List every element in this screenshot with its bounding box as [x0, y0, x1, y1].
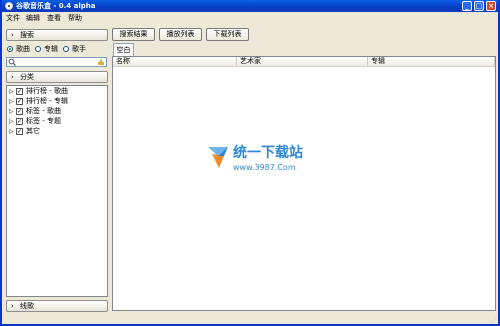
column-header-name[interactable]: 名称: [113, 57, 237, 67]
expand-arrow-icon[interactable]: ▷: [9, 87, 14, 96]
collapse-arrow-icon: ›: [11, 73, 14, 81]
checkbox[interactable]: ✓: [16, 98, 23, 105]
column-header-album[interactable]: 专辑: [368, 57, 495, 67]
search-expander[interactable]: › 搜索: [6, 29, 108, 41]
search-expander-label: 搜索: [20, 31, 34, 39]
tree-item[interactable]: ▷ ✓ 排行榜 - 专辑: [9, 97, 105, 106]
clear-icon[interactable]: [97, 58, 105, 66]
tree-item[interactable]: ▷ ✓ 排行榜 - 歌曲: [9, 87, 105, 96]
expand-arrow-icon[interactable]: ▷: [9, 117, 14, 126]
radio-song-label: 歌曲: [16, 45, 30, 53]
play-list-button[interactable]: 播放列表: [159, 28, 202, 41]
search-results-button[interactable]: 搜索结果: [112, 28, 155, 41]
app-icon: [5, 2, 13, 10]
expand-arrow-icon[interactable]: ▷: [9, 127, 14, 136]
tree-item-label: 排行榜 - 专辑: [26, 97, 68, 105]
tab-blank[interactable]: 空白: [113, 43, 134, 56]
download-list-button[interactable]: 下载列表: [206, 28, 249, 41]
checkbox[interactable]: ✓: [16, 88, 23, 95]
radio-dot-icon: [63, 46, 69, 52]
tree-item-label: 其它: [26, 127, 40, 135]
menu-bar: 文件 编辑 查看 帮助: [2, 12, 498, 23]
resize-grip-icon[interactable]: ⋰: [490, 317, 496, 324]
checkbox[interactable]: ✓: [16, 108, 23, 115]
watermark-url: www.3987.Com: [233, 163, 296, 172]
menu-help[interactable]: 帮助: [68, 14, 82, 22]
tree-item[interactable]: ▷ ✓ 标签 - 歌曲: [9, 107, 105, 116]
tree-item-label: 标签 - 歌曲: [26, 107, 61, 115]
collapse-arrow-icon: ›: [11, 302, 14, 310]
watermark-title: 统一下载站: [233, 145, 303, 161]
column-header-artist[interactable]: 艺术家: [237, 57, 368, 67]
radio-album-label: 专辑: [44, 45, 58, 53]
title-bar[interactable]: 谷歌音乐盒 - 0.4 alpha _ □ ×: [2, 0, 498, 12]
close-button[interactable]: ×: [486, 1, 496, 11]
minimize-button[interactable]: _: [462, 1, 472, 11]
playlist-expander[interactable]: › 线歌: [6, 300, 108, 312]
menu-edit[interactable]: 编辑: [26, 14, 40, 22]
search-input[interactable]: [6, 57, 107, 67]
tree-item-label: 排行榜 - 歌曲: [26, 87, 68, 95]
maximize-button[interactable]: □: [474, 1, 484, 11]
menu-file[interactable]: 文件: [6, 14, 20, 22]
status-bar: ⋰: [2, 314, 498, 324]
category-expander-label: 分类: [20, 73, 34, 81]
main-window: 谷歌音乐盒 - 0.4 alpha _ □ × 文件 编辑 查看 帮助 › 搜索…: [0, 0, 500, 326]
watermark: 统一下载站 www.3987.Com: [206, 142, 306, 182]
radio-dot-icon: [35, 46, 41, 52]
category-tree[interactable]: ▷ ✓ 排行榜 - 歌曲 ▷ ✓ 排行榜 - 专辑 ▷ ✓ 标签 - 歌曲 ▷ …: [6, 85, 108, 297]
playlist-expander-label: 线歌: [20, 302, 34, 310]
checkbox[interactable]: ✓: [16, 118, 23, 125]
menu-view[interactable]: 查看: [47, 14, 61, 22]
expand-arrow-icon[interactable]: ▷: [9, 107, 14, 116]
tree-item[interactable]: ▷ ✓ 其它: [9, 127, 105, 136]
window-title: 谷歌音乐盒 - 0.4 alpha: [16, 2, 96, 10]
category-expander[interactable]: › 分类: [6, 71, 108, 83]
radio-dot-icon: [7, 46, 13, 52]
tree-item-label: 标签 - 专题: [26, 117, 61, 125]
expand-arrow-icon[interactable]: ▷: [9, 97, 14, 106]
collapse-arrow-icon: ›: [11, 31, 14, 39]
watermark-logo-icon: [208, 147, 228, 168]
song-table[interactable]: 名称 艺术家 专辑: [112, 56, 496, 311]
tree-item[interactable]: ▷ ✓ 标签 - 专题: [9, 117, 105, 126]
checkbox[interactable]: ✓: [16, 128, 23, 135]
search-icon: [8, 58, 16, 66]
radio-artist-label: 歌手: [72, 45, 86, 53]
